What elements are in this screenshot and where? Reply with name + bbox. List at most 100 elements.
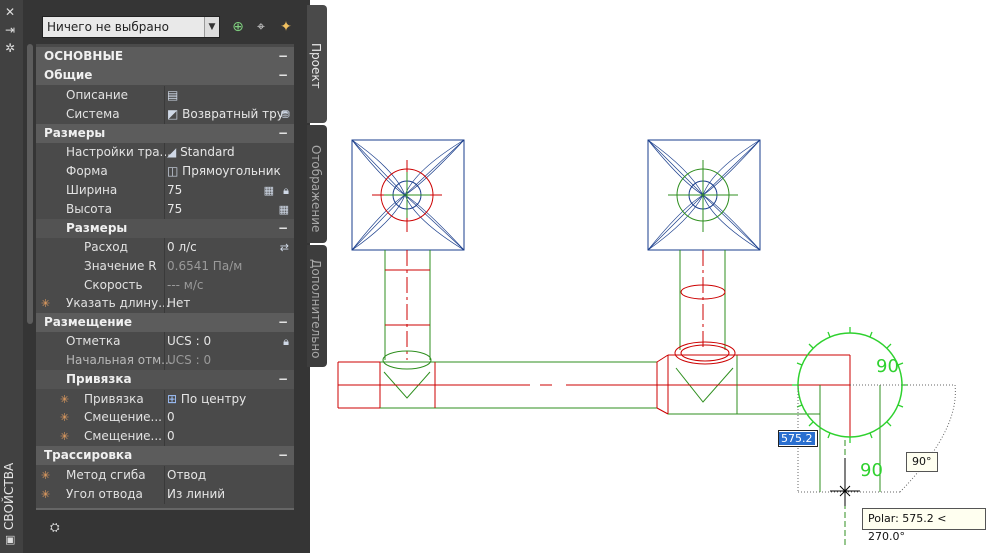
prop-label: Описание: [66, 88, 129, 102]
prop-value[interactable]: ◫ Прямоугольник: [167, 162, 293, 181]
prop-label: Отметка: [66, 334, 121, 348]
polar-tooltip: Polar: 575.2 < 270.0°: [862, 508, 986, 543]
prop-snap[interactable]: ✳ Привязка ⊞ По центру: [36, 390, 294, 409]
prop-label: Ширина: [66, 183, 118, 197]
scrollbar[interactable]: [27, 44, 33, 324]
prop-duct-settings[interactable]: Настройки тра... ◢ Standard: [36, 143, 294, 162]
prop-value[interactable]: 0 л/с: [167, 238, 293, 257]
collapse-icon[interactable]: −: [278, 370, 288, 388]
group-basic[interactable]: ОСНОВНЫЕ −: [36, 47, 294, 66]
prop-label: Значение R: [84, 259, 157, 273]
prop-system[interactable]: Система ◩ Возвратный тру ⛃: [36, 105, 294, 124]
collapse-icon[interactable]: −: [278, 47, 288, 65]
lock-icon[interactable]: 🔒︎: [283, 181, 289, 200]
prop-value[interactable]: ▤: [167, 86, 293, 105]
prop-elevation[interactable]: Отметка UCS : 0 🔒︎: [36, 332, 294, 351]
group-general-label: Общие: [44, 68, 93, 82]
prop-value[interactable]: Из линий: [167, 485, 293, 504]
prop-value: UCS : 0: [167, 353, 212, 367]
design-rules-icon[interactable]: ⛭: [50, 520, 60, 535]
prop-offset-2[interactable]: ✳ Смещение... 0: [36, 427, 294, 446]
prop-value: 0.6541 Па/м: [167, 259, 243, 273]
asterisk-icon: ✳: [60, 393, 70, 406]
prop-label: Расход: [84, 240, 128, 254]
input-value: 575.2: [779, 432, 815, 445]
collapse-icon[interactable]: −: [278, 313, 288, 331]
asterisk-icon: ✳: [41, 469, 51, 482]
prop-value[interactable]: ◢ Standard: [167, 143, 293, 162]
close-icon[interactable]: ✕: [5, 6, 15, 18]
group-general[interactable]: Общие −: [36, 66, 294, 85]
group-snap[interactable]: Привязка −: [36, 370, 294, 389]
palette-menu-icon[interactable]: ▣: [5, 534, 15, 546]
prop-r-value[interactable]: Значение R 0.6541 Па/м: [36, 257, 294, 276]
selection-dropdown[interactable]: Ничего не выбрано ▼: [42, 16, 220, 38]
duct-system-icon: ◩: [167, 107, 179, 121]
asterisk-icon: ✳: [60, 430, 70, 443]
prop-value: --- м/с: [167, 278, 204, 292]
prop-value[interactable]: Нет: [167, 294, 293, 313]
prop-description[interactable]: Описание ▤: [36, 86, 294, 105]
group-dimensions-label: Размеры: [44, 126, 106, 140]
prop-value[interactable]: 0: [167, 408, 293, 427]
prop-label: Высота: [66, 202, 112, 216]
prop-value[interactable]: ◩ Возвратный тру: [167, 105, 293, 124]
group-placement[interactable]: Размещение −: [36, 313, 294, 332]
prop-bend-method[interactable]: ✳ Метод сгиба Отвод: [36, 466, 294, 485]
prop-value[interactable]: 75: [167, 181, 293, 200]
select-objects-icon[interactable]: ⌖: [252, 18, 270, 36]
lock-icon[interactable]: 🔒︎: [283, 332, 289, 351]
drawing-canvas[interactable]: 90 90: [310, 0, 990, 553]
collapse-icon[interactable]: −: [278, 124, 288, 142]
prop-label: Настройки тра...: [66, 145, 171, 159]
table-icon: ▤: [167, 88, 179, 102]
calculator-icon[interactable]: ⇄: [280, 238, 289, 257]
prop-value[interactable]: ⊞ По центру: [167, 390, 293, 409]
diffuser-2[interactable]: [647, 139, 761, 251]
dynamic-input-length[interactable]: 575.2: [778, 430, 818, 447]
collapse-icon[interactable]: −: [278, 66, 288, 84]
asterisk-icon: ✳: [41, 488, 51, 501]
prop-offset-1[interactable]: ✳ Смещение... 0: [36, 408, 294, 427]
prop-width[interactable]: Ширина 75 ▦ 🔒︎: [36, 181, 294, 200]
prop-height[interactable]: Высота 75 ▦: [36, 200, 294, 219]
prop-value[interactable]: UCS : 0: [167, 332, 293, 351]
prop-flow[interactable]: Расход 0 л/с ⇄: [36, 238, 294, 257]
table-icon[interactable]: ▦: [279, 200, 289, 219]
group-dimensions-sub-label: Размеры: [66, 221, 128, 235]
group-dimensions-sub[interactable]: Размеры −: [36, 219, 294, 238]
prop-value[interactable]: Отвод: [167, 466, 293, 485]
group-placement-label: Размещение: [44, 315, 133, 329]
prop-value[interactable]: 75: [167, 200, 293, 219]
collapse-icon[interactable]: −: [278, 219, 288, 237]
collapse-icon[interactable]: −: [278, 446, 288, 464]
system-picker-icon[interactable]: ⛃: [281, 105, 290, 124]
prop-label: Смещение...: [84, 429, 162, 443]
duct-drop-1[interactable]: [382, 250, 432, 399]
prop-specify-length[interactable]: ✳ Указать длину... Нет: [36, 294, 294, 313]
prop-elbow-angle[interactable]: ✳ Угол отвода Из линий: [36, 485, 294, 504]
autohide-icon[interactable]: ⇥: [5, 24, 15, 36]
quick-select-icon[interactable]: ✦: [277, 18, 295, 36]
palette-title-bar[interactable]: ✕ ⇥ ✲ СВОЙСТВА ▣: [0, 0, 23, 553]
add-to-selection-icon[interactable]: ⊕: [229, 18, 247, 36]
diffuser-1[interactable]: [351, 139, 465, 251]
prop-start-elevation[interactable]: Начальная отм... UCS : 0: [36, 351, 294, 370]
group-dimensions[interactable]: Размеры −: [36, 124, 294, 143]
chevron-down-icon[interactable]: ▼: [204, 17, 219, 37]
group-snap-label: Привязка: [66, 372, 132, 386]
prop-label: Угол отвода: [66, 487, 143, 501]
prop-label: Начальная отм...: [66, 353, 173, 367]
group-routing[interactable]: Трассировка −: [36, 446, 294, 465]
prop-value[interactable]: 0: [167, 427, 293, 446]
asterisk-icon: ✳: [41, 297, 51, 310]
compass-label-top: 90: [876, 356, 899, 377]
divider: [36, 508, 294, 510]
gear-icon[interactable]: ✲: [5, 42, 15, 54]
selection-value: Ничего не выбрано: [47, 20, 169, 34]
prop-shape[interactable]: Форма ◫ Прямоугольник: [36, 162, 294, 181]
prop-velocity[interactable]: Скорость --- м/с: [36, 276, 294, 295]
duct-drop-2[interactable]: [674, 250, 736, 403]
prop-label: Форма: [66, 164, 108, 178]
table-icon[interactable]: ▦: [264, 181, 274, 200]
